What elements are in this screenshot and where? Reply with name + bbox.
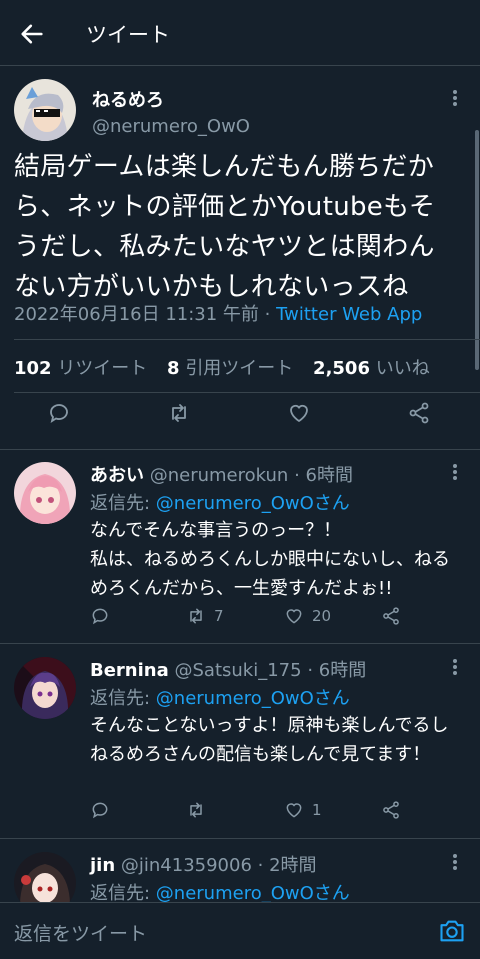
- reply-avatar[interactable]: [14, 462, 76, 524]
- reply-header: jin @jin41359006 · 2時間: [90, 851, 317, 877]
- reply-to-label: 返信先:: [90, 883, 156, 904]
- meta-separator: ·: [264, 304, 271, 325]
- tweet-source-app[interactable]: Twitter Web App: [276, 304, 422, 325]
- reply-icon: [92, 802, 108, 819]
- like-count: 1: [312, 801, 322, 819]
- reply-display-name[interactable]: jin: [90, 855, 115, 876]
- reply-icon: [92, 608, 108, 625]
- share-button[interactable]: [381, 606, 401, 626]
- divider: [0, 449, 480, 450]
- heart-icon: [286, 609, 302, 624]
- reply-header: Bernina @Satsuki_175 · 6時間: [90, 656, 366, 682]
- retweet-icon: [172, 404, 186, 422]
- reply-composer[interactable]: 返信をツイート: [0, 902, 480, 959]
- reply-actions: 1: [0, 800, 480, 840]
- like-button[interactable]: 1: [284, 800, 322, 820]
- reply-time: · 6時間: [307, 660, 367, 681]
- top-bar: ツイート: [0, 0, 480, 66]
- reply-icon: [50, 404, 68, 423]
- like-button[interactable]: [287, 401, 311, 425]
- reply-more-icon[interactable]: [452, 462, 458, 482]
- reply-display-name[interactable]: あおい: [90, 465, 144, 486]
- share-button[interactable]: [407, 401, 431, 425]
- reply-button[interactable]: [47, 401, 71, 425]
- heart-icon: [286, 803, 302, 818]
- reply-avatar[interactable]: [14, 657, 76, 719]
- retweet-button[interactable]: [167, 401, 191, 425]
- reply-to-line: 返信先: @nerumero_OwOさん: [90, 489, 350, 515]
- reply-to-line: 返信先: @nerumero_OwOさん: [90, 684, 350, 710]
- main-tweet-text: 結局ゲームは楽しんだもん勝ちだか ら、ネットの評価とかYoutubeもそ うだし…: [14, 147, 474, 307]
- reply-more-icon[interactable]: [452, 657, 458, 677]
- share-button[interactable]: [381, 800, 401, 820]
- retweet-count: 7: [214, 607, 224, 625]
- reply-handle[interactable]: @nerumerokun: [150, 465, 289, 486]
- quotes-stat[interactable]: 8 引用ツイート: [167, 358, 293, 379]
- main-tweet-avatar[interactable]: [14, 79, 76, 141]
- reply-to-link[interactable]: @nerumero_OwOさん: [156, 883, 350, 904]
- share-icon: [383, 801, 399, 819]
- divider: [0, 838, 480, 839]
- retweet-button[interactable]: [186, 800, 206, 820]
- reply-more-icon[interactable]: [452, 852, 458, 872]
- divider: [0, 643, 480, 644]
- camera-icon[interactable]: [438, 917, 466, 945]
- reply-text: なんでそんな事言うのっー？！ 私は、ねるめろくんしか眼中にないし、ねるめろくんだ…: [90, 520, 450, 599]
- reply-actions: 7 20: [0, 606, 480, 646]
- main-tweet-actions: [0, 401, 480, 441]
- reply-handle[interactable]: @Satsuki_175: [174, 660, 301, 681]
- main-tweet-more-icon[interactable]: [452, 88, 458, 108]
- main-tweet-text-line: 結局ゲームは楽しんだもん勝ちだか: [14, 152, 435, 182]
- reply-display-name[interactable]: Bernina: [90, 660, 169, 681]
- retweet-icon: [190, 608, 202, 624]
- main-tweet-text-line: うだし、私みたいなヤツとは関わん: [14, 232, 435, 262]
- main-tweet-display-name[interactable]: ねるめろ: [92, 86, 164, 112]
- retweet-icon: [190, 802, 202, 818]
- reply-to-label: 返信先:: [90, 493, 156, 514]
- main-tweet-text-line: ら、ネットの評価とかYoutubeもそ: [14, 192, 436, 222]
- reply-button[interactable]: [90, 606, 110, 626]
- divider: [14, 339, 480, 340]
- tweet-timestamp[interactable]: 2022年06月16日 11:31 午前: [14, 304, 259, 325]
- reply-header: あおい @nerumerokun · 6時間: [90, 461, 353, 487]
- main-tweet-handle[interactable]: @nerumero_OwO: [92, 116, 250, 137]
- reply-time: · 6時間: [294, 465, 353, 486]
- share-icon: [383, 607, 399, 625]
- divider: [14, 392, 480, 393]
- back-arrow-icon[interactable]: [18, 20, 46, 48]
- reply-to-link[interactable]: @nerumero_OwOさん: [156, 688, 350, 709]
- reply-to-link[interactable]: @nerumero_OwOさん: [156, 493, 350, 514]
- tweet-stats: 102 リツイート 8 引用ツイート 2,506 いいね: [14, 354, 444, 380]
- reply-input-placeholder[interactable]: 返信をツイート: [14, 919, 147, 946]
- share-icon: [409, 402, 429, 424]
- retweet-button[interactable]: 7: [186, 606, 224, 626]
- reply-to-label: 返信先:: [90, 688, 156, 709]
- like-button[interactable]: 20: [284, 606, 331, 626]
- likes-stat[interactable]: 2,506 いいね: [313, 358, 430, 379]
- reply-time: · 2時間: [257, 855, 317, 876]
- page-title: ツイート: [86, 23, 170, 47]
- tweet-meta: 2022年06月16日 11:31 午前 · Twitter Web App: [14, 300, 422, 326]
- heart-icon: [290, 404, 308, 423]
- reply-handle[interactable]: @jin41359006: [121, 855, 252, 876]
- reply-button[interactable]: [90, 800, 110, 820]
- reply-text: そんなことないっすよ！原神も楽しんでるしねるめろさんの配信も楽しんで見てます！: [90, 715, 449, 765]
- like-count: 20: [312, 607, 332, 625]
- scrollbar[interactable]: [475, 130, 479, 370]
- retweets-stat[interactable]: 102 リツイート: [14, 358, 147, 379]
